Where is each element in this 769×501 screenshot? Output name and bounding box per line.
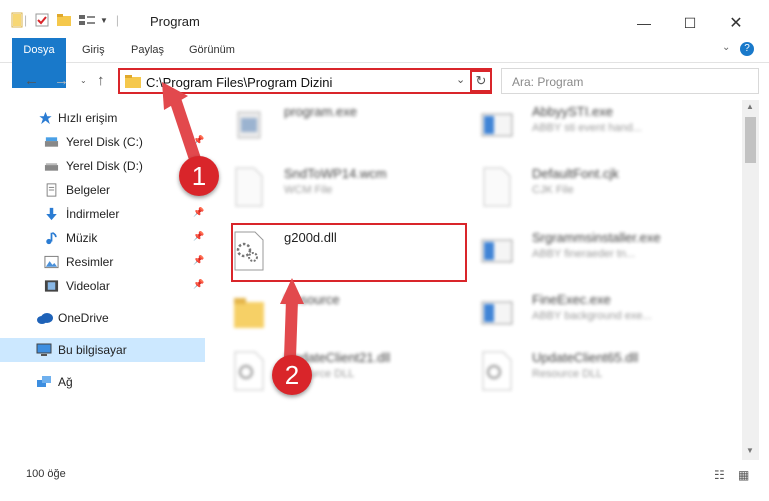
arrow-2	[280, 278, 304, 364]
annotation-arrows	[162, 82, 304, 364]
step-badge-1: 1	[179, 156, 219, 196]
arrow-1	[162, 82, 204, 174]
step-badge-2: 2	[272, 355, 312, 395]
